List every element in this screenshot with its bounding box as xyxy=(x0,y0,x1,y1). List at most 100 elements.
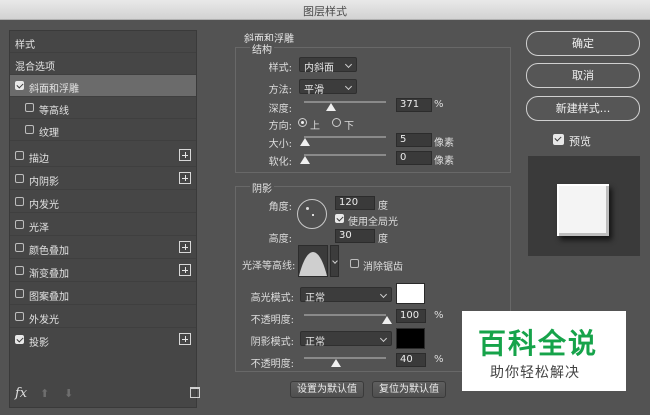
structure-title: 结构 xyxy=(250,41,274,56)
ok-button[interactable]: 确定 xyxy=(526,31,640,56)
sidebar-item-label: 内发光 xyxy=(29,200,59,211)
gloss-contour-label: 光泽等高线: xyxy=(242,261,296,272)
shadow-mode-dropdown[interactable]: 正常 xyxy=(300,331,392,348)
texture-checkbox[interactable] xyxy=(25,125,34,134)
sidebar-item-satin[interactable]: 光泽 xyxy=(10,214,196,236)
drop-shadow-checkbox[interactable] xyxy=(15,335,24,344)
altitude-input[interactable]: 30 xyxy=(335,229,375,243)
direction-up-radio[interactable] xyxy=(298,118,307,127)
sidebar-item-label: 内阴影 xyxy=(29,177,59,188)
sidebar-item-stroke[interactable]: 描边 xyxy=(10,145,196,167)
size-input[interactable]: 5 xyxy=(396,133,432,147)
title-bar: 图层样式 xyxy=(0,0,650,20)
sidebar-item-label: 图案叠加 xyxy=(29,292,69,303)
stroke-checkbox[interactable] xyxy=(15,151,24,160)
sidebar-item-label: 描边 xyxy=(29,154,49,165)
antialias-checkbox[interactable] xyxy=(350,259,359,268)
move-down-icon[interactable]: ⬇ xyxy=(64,387,73,400)
depth-input[interactable]: 371 xyxy=(396,98,432,112)
chevron-down-icon xyxy=(379,290,388,299)
soften-slider-thumb[interactable] xyxy=(300,156,310,164)
highlight-mode-label: 高光模式: xyxy=(250,293,294,304)
blend-options-item[interactable]: 混合选项 xyxy=(10,53,196,75)
sidebar-item-texture[interactable]: 纹理 xyxy=(10,119,196,141)
soften-unit: 像素 xyxy=(434,156,454,167)
sidebar-item-outer-glow[interactable]: 外发光 xyxy=(10,306,196,328)
contour-checkbox[interactable] xyxy=(25,103,34,112)
add-inner-shadow-icon[interactable] xyxy=(179,172,191,184)
soften-slider-track[interactable] xyxy=(304,154,386,156)
sidebar-item-gradient-overlay[interactable]: 渐变叠加 xyxy=(10,260,196,282)
satin-checkbox[interactable] xyxy=(15,220,24,229)
contour-curve-icon xyxy=(299,252,327,276)
altitude-label: 高度: xyxy=(268,234,292,245)
highlight-opacity-thumb[interactable] xyxy=(382,316,392,324)
fx-icon[interactable]: fx xyxy=(15,386,27,401)
trash-icon[interactable] xyxy=(190,387,200,398)
shadow-opacity-label: 不透明度: xyxy=(250,359,294,370)
sidebar-item-drop-shadow[interactable]: 投影 xyxy=(10,329,196,351)
add-color-overlay-icon[interactable] xyxy=(179,241,191,253)
sidebar-item-label: 渐变叠加 xyxy=(29,269,69,280)
preview-checkbox[interactable] xyxy=(553,134,564,145)
pattern-overlay-checkbox[interactable] xyxy=(15,289,24,298)
bevel-emboss-checkbox[interactable] xyxy=(15,81,24,90)
style-label: 样式: xyxy=(268,63,292,74)
chevron-down-icon xyxy=(332,258,338,264)
highlight-opacity-track[interactable] xyxy=(304,314,386,316)
gloss-contour-dropdown[interactable] xyxy=(330,245,339,277)
sidebar-item-contour[interactable]: 等高线 xyxy=(10,97,196,119)
style-dropdown[interactable]: 内斜面 xyxy=(299,57,357,74)
chevron-down-icon xyxy=(344,82,353,91)
highlight-mode-dropdown[interactable]: 正常 xyxy=(300,287,392,304)
light-source-marker xyxy=(306,207,309,210)
sidebar-item-color-overlay[interactable]: 颜色叠加 xyxy=(10,237,196,259)
shadow-color-swatch[interactable] xyxy=(396,328,425,349)
global-light-checkbox[interactable] xyxy=(335,214,344,223)
sidebar-item-label: 颜色叠加 xyxy=(29,246,69,257)
shadow-opacity-thumb[interactable] xyxy=(331,359,341,367)
shadow-opacity-input[interactable]: 40 xyxy=(396,353,426,367)
styles-list-panel: 样式 混合选项 斜面和浮雕 等高线 纹理 描边 内阴影 内发光 光泽 颜色叠加 xyxy=(9,30,197,408)
highlight-opacity-input[interactable]: 100 xyxy=(396,309,426,323)
inner-glow-checkbox[interactable] xyxy=(15,197,24,206)
direction-down-radio[interactable] xyxy=(332,118,341,127)
styles-header[interactable]: 样式 xyxy=(10,31,196,53)
shadow-opacity-track[interactable] xyxy=(304,357,386,359)
outer-glow-checkbox[interactable] xyxy=(15,312,24,321)
sidebar-item-bevel-emboss[interactable]: 斜面和浮雕 xyxy=(10,75,196,97)
sidebar-item-inner-shadow[interactable]: 内阴影 xyxy=(10,168,196,190)
add-drop-shadow-icon[interactable] xyxy=(179,333,191,345)
move-up-icon[interactable]: ⬆ xyxy=(40,387,49,400)
sidebar-item-label: 光泽 xyxy=(29,223,49,234)
inner-shadow-checkbox[interactable] xyxy=(15,174,24,183)
gloss-contour-picker[interactable] xyxy=(298,245,328,277)
gradient-overlay-checkbox[interactable] xyxy=(15,266,24,275)
size-slider-track[interactable] xyxy=(304,136,386,138)
watermark-title: 百科全说 xyxy=(478,327,599,360)
cancel-button[interactable]: 取消 xyxy=(526,63,640,88)
technique-dropdown[interactable]: 平滑 xyxy=(299,79,357,96)
sidebar-item-pattern-overlay[interactable]: 图案叠加 xyxy=(10,283,196,305)
depth-slider-thumb[interactable] xyxy=(326,103,336,111)
soften-label: 软化: xyxy=(268,157,292,168)
size-slider-thumb[interactable] xyxy=(300,138,310,146)
set-default-button[interactable]: 设置为默认值 xyxy=(290,381,364,398)
depth-label: 深度: xyxy=(268,104,292,115)
preview-swatch xyxy=(557,184,609,236)
new-style-button[interactable]: 新建样式... xyxy=(526,96,640,121)
reset-default-button[interactable]: 复位为默认值 xyxy=(372,381,446,398)
angle-unit: 度 xyxy=(378,201,388,212)
sidebar-item-label: 等高线 xyxy=(39,106,69,117)
add-stroke-icon[interactable] xyxy=(179,149,191,161)
depth-slider-track[interactable] xyxy=(304,101,386,103)
color-overlay-checkbox[interactable] xyxy=(15,243,24,252)
sidebar-item-inner-glow[interactable]: 内发光 xyxy=(10,191,196,213)
shadow-mode-label: 阴影模式: xyxy=(250,337,294,348)
direction-up-label: 上 xyxy=(310,121,320,132)
soften-input[interactable]: 0 xyxy=(396,151,432,165)
add-gradient-overlay-icon[interactable] xyxy=(179,264,191,276)
angle-input[interactable]: 120 xyxy=(335,196,375,210)
highlight-color-swatch[interactable] xyxy=(396,283,425,304)
style-dropdown-value: 内斜面 xyxy=(304,63,334,74)
